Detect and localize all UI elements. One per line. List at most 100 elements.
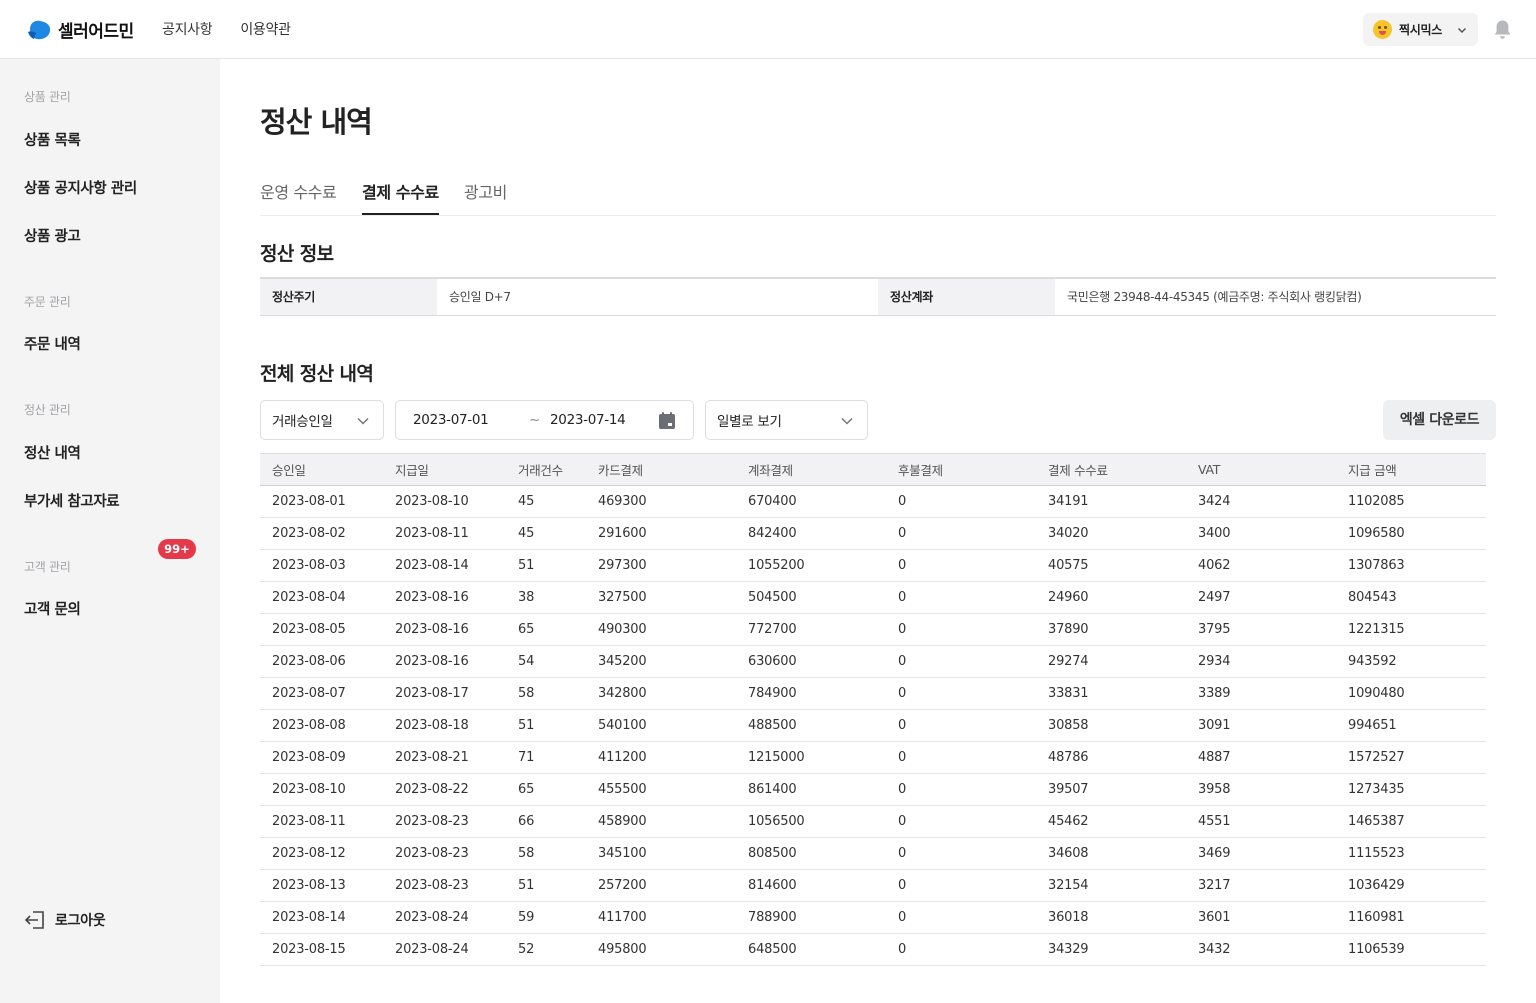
table-cell: 2023-08-14 bbox=[383, 549, 506, 582]
table-cell: 0 bbox=[886, 613, 1036, 646]
table-row[interactable]: 2023-08-05 2023-08-16 65 490300 772700 0 37890… bbox=[260, 613, 1486, 646]
table-row[interactable]: 2023-08-12 2023-08-23 58 345100 808500 0 34608… bbox=[260, 837, 1486, 870]
date-range-picker[interactable]: 2023-07-01 ~ 2023-07-14 bbox=[395, 400, 694, 440]
bell-icon[interactable] bbox=[1493, 19, 1512, 40]
table-row[interactable]: 2023-08-02 2023-08-11 45 291600 842400 0 34020… bbox=[260, 517, 1486, 550]
table-row[interactable]: 2023-08-13 2023-08-23 51 257200 814600 0 32154… bbox=[260, 869, 1486, 902]
table-cell: 1215000 bbox=[736, 741, 886, 774]
column-header: 카드결제 bbox=[586, 453, 736, 486]
table-cell: 0 bbox=[886, 549, 1036, 582]
table-cell: 2023-08-13 bbox=[260, 869, 383, 902]
table-cell: 804543 bbox=[1336, 581, 1486, 614]
table-cell: 2023-08-24 bbox=[383, 901, 506, 934]
table-cell: 670400 bbox=[736, 485, 886, 518]
table-cell: 0 bbox=[886, 901, 1036, 934]
table-cell: 3795 bbox=[1186, 613, 1336, 646]
table-cell: 458900 bbox=[586, 805, 736, 838]
table-row[interactable]: 2023-08-14 2023-08-24 59 411700 788900 0 36018… bbox=[260, 901, 1486, 934]
table-cell: 45462 bbox=[1036, 805, 1186, 838]
tab-payment-fee[interactable]: 결제 수수료 bbox=[362, 179, 439, 215]
table-cell: 2023-08-07 bbox=[260, 677, 383, 710]
table-row[interactable]: 2023-08-04 2023-08-16 38 327500 504500 0 24960… bbox=[260, 581, 1486, 614]
tab-operation-fee[interactable]: 운영 수수료 bbox=[260, 179, 337, 215]
table-cell: 0 bbox=[886, 805, 1036, 838]
table-cell: 1273435 bbox=[1336, 773, 1486, 806]
table-cell: 2023-08-09 bbox=[260, 741, 383, 774]
logo-icon bbox=[28, 20, 51, 39]
table-cell: 51 bbox=[506, 549, 586, 582]
date-type-value: 거래승인일 bbox=[272, 414, 333, 430]
table-cell: 2023-08-18 bbox=[383, 709, 506, 742]
table-cell: 814600 bbox=[736, 869, 886, 902]
sidebar-item-orders[interactable]: 주문 내역 bbox=[24, 333, 81, 354]
logout-button[interactable]: 로그아웃 bbox=[24, 910, 106, 930]
table-cell: 0 bbox=[886, 517, 1036, 550]
table-row[interactable]: 2023-08-15 2023-08-24 52 495800 648500 0 34329… bbox=[260, 933, 1486, 966]
sidebar-item-product-ad[interactable]: 상품 광고 bbox=[24, 225, 81, 246]
sidebar-item-vat[interactable]: 부가세 참고자료 bbox=[24, 490, 120, 511]
user-name: 찍시믹스 bbox=[1399, 23, 1442, 37]
sidebar-item-inquiry[interactable]: 고객 문의 bbox=[24, 598, 81, 619]
table-cell: 2023-08-08 bbox=[260, 709, 383, 742]
table-cell: 257200 bbox=[586, 869, 736, 902]
table-cell: 0 bbox=[886, 645, 1036, 678]
table-cell: 2023-08-05 bbox=[260, 613, 383, 646]
excel-download-button[interactable]: 엑셀 다운로드 bbox=[1383, 400, 1496, 440]
table-cell: 65 bbox=[506, 773, 586, 806]
tab-ad-cost[interactable]: 광고비 bbox=[464, 179, 507, 215]
table-cell: 1090480 bbox=[1336, 677, 1486, 710]
date-separator: ~ bbox=[529, 412, 541, 428]
table-cell: 37890 bbox=[1036, 613, 1186, 646]
settlement-table: 승인일 지급일 거래건수 카드결제 계좌결제 후불결제 결제 수수료 VAT 지급 금액 202… bbox=[260, 453, 1486, 966]
account-value: 국민은행 23948-44-45345 (예금주명: 주식회사 랭킹닭컴) bbox=[1067, 290, 1362, 304]
table-cell: 58 bbox=[506, 677, 586, 710]
table-cell: 54 bbox=[506, 645, 586, 678]
table-cell: 0 bbox=[886, 485, 1036, 518]
table-row[interactable]: 2023-08-01 2023-08-10 45 469300 670400 0 34191… bbox=[260, 485, 1486, 518]
column-header: 결제 수수료 bbox=[1036, 453, 1186, 486]
date-type-select[interactable]: 거래승인일 bbox=[260, 400, 384, 440]
sidebar bbox=[0, 59, 220, 1003]
table-cell: 411700 bbox=[586, 901, 736, 934]
user-menu[interactable]: 찍시믹스 bbox=[1363, 13, 1478, 46]
table-cell: 291600 bbox=[586, 517, 736, 550]
table-row[interactable]: 2023-08-07 2023-08-17 58 342800 784900 0 33831… bbox=[260, 677, 1486, 710]
table-cell: 4887 bbox=[1186, 741, 1336, 774]
view-mode-value: 일별로 보기 bbox=[717, 414, 782, 430]
calendar-icon[interactable] bbox=[658, 411, 676, 430]
date-to[interactable]: 2023-07-14 bbox=[550, 412, 626, 428]
table-cell: 4062 bbox=[1186, 549, 1336, 582]
table-cell: 1036429 bbox=[1336, 869, 1486, 902]
table-row[interactable]: 2023-08-11 2023-08-23 66 458900 1056500 0 4546… bbox=[260, 805, 1486, 838]
table-cell: 2023-08-17 bbox=[383, 677, 506, 710]
table-row[interactable]: 2023-08-10 2023-08-22 65 455500 861400 0 39507… bbox=[260, 773, 1486, 806]
table-cell: 29274 bbox=[1036, 645, 1186, 678]
nav-terms[interactable]: 이용약관 bbox=[240, 19, 291, 39]
table-row[interactable]: 2023-08-06 2023-08-16 54 345200 630600 0 29274… bbox=[260, 645, 1486, 678]
table-cell: 38 bbox=[506, 581, 586, 614]
table-row[interactable]: 2023-08-09 2023-08-21 71 411200 1215000 0 4878… bbox=[260, 741, 1486, 774]
table-cell: 34191 bbox=[1036, 485, 1186, 518]
sidebar-item-product-notice[interactable]: 상품 공지사항 관리 bbox=[24, 177, 137, 198]
sidebar-item-product-list[interactable]: 상품 목록 bbox=[24, 129, 81, 150]
table-row[interactable]: 2023-08-08 2023-08-18 51 540100 488500 0 30858… bbox=[260, 709, 1486, 742]
table-cell: 34329 bbox=[1036, 933, 1186, 966]
logout-label: 로그아웃 bbox=[55, 913, 106, 929]
sidebar-item-settlement[interactable]: 정산 내역 bbox=[24, 442, 81, 463]
table-cell: 2023-08-03 bbox=[260, 549, 383, 582]
logo[interactable]: 셀러어드민 bbox=[28, 17, 134, 42]
view-mode-select[interactable]: 일별로 보기 bbox=[705, 400, 868, 440]
table-cell: 788900 bbox=[736, 901, 886, 934]
table-cell: 1160981 bbox=[1336, 901, 1486, 934]
date-from[interactable]: 2023-07-01 bbox=[413, 412, 489, 428]
column-header: 계좌결제 bbox=[736, 453, 886, 486]
table-cell: 488500 bbox=[736, 709, 886, 742]
sidebar-group-order: 주문 관리 bbox=[24, 295, 71, 309]
nav-notice[interactable]: 공지사항 bbox=[162, 19, 213, 39]
table-row[interactable]: 2023-08-03 2023-08-14 51 297300 1055200 0 4057… bbox=[260, 549, 1486, 582]
table-cell: 490300 bbox=[586, 613, 736, 646]
top-bar: 셀러어드민 공지사항 이용약관 찍시믹스 bbox=[0, 0, 1536, 59]
table-cell: 0 bbox=[886, 741, 1036, 774]
table-cell: 540100 bbox=[586, 709, 736, 742]
table-cell: 2934 bbox=[1186, 645, 1336, 678]
